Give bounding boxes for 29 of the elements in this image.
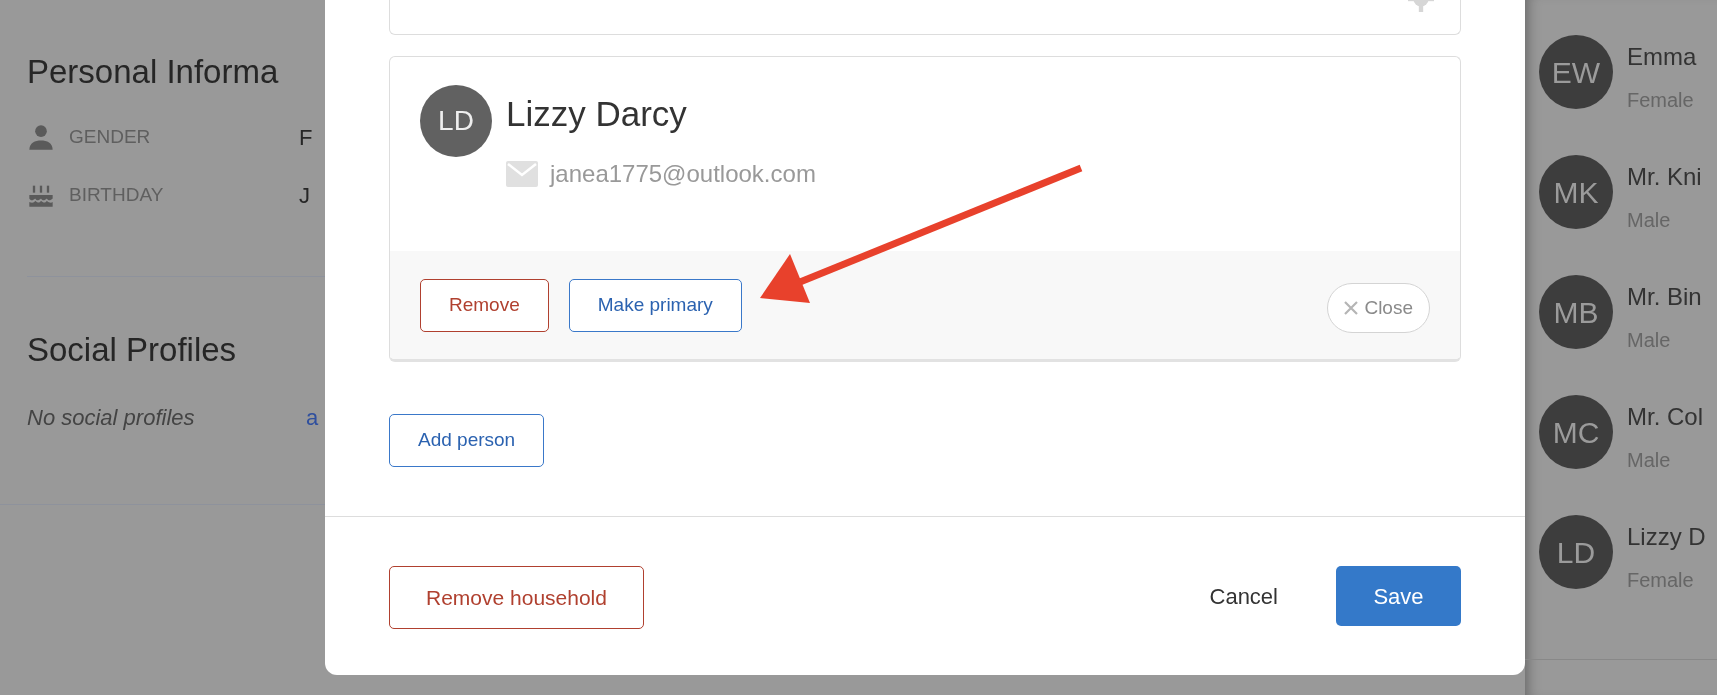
avatar: MB (1539, 275, 1613, 349)
person-name: Mr. Col (1627, 405, 1703, 429)
cancel-button[interactable]: Cancel (1179, 566, 1308, 626)
field-value: F (299, 123, 313, 152)
person-name: Emma (1627, 45, 1697, 69)
avatar: LD (1539, 515, 1613, 589)
person-name: Mr. Kni (1627, 165, 1702, 189)
add-person-button[interactable]: Add person (389, 414, 545, 467)
avatar: LD (420, 85, 492, 157)
section-heading: Social Profiles (27, 333, 238, 366)
avatar: MC (1539, 395, 1613, 469)
avatar: EW (1539, 35, 1613, 109)
section-heading: Personal Informa (27, 55, 280, 88)
empty-text: No social profiles (27, 403, 196, 432)
avatar: MK (1539, 155, 1613, 229)
envelope-icon (506, 160, 538, 187)
make-primary-button[interactable]: Make primary (568, 279, 742, 332)
field-label: BIRTHDAY (69, 182, 165, 207)
save-button[interactable]: Save (1336, 566, 1461, 626)
remove-household-button[interactable]: Remove household (389, 566, 644, 629)
remove-button[interactable]: Remove (420, 279, 549, 332)
close-icon (1344, 301, 1359, 315)
person-name: Mr. Bin (1627, 285, 1702, 309)
field-label: GENDER (69, 124, 152, 149)
person-name: Lizzy D (1627, 525, 1706, 549)
person-name: Lizzy Darcy (506, 95, 688, 134)
person-icon (27, 123, 55, 151)
email-text: janea1775@outlook.com (550, 158, 816, 189)
field-value: J (299, 181, 310, 210)
